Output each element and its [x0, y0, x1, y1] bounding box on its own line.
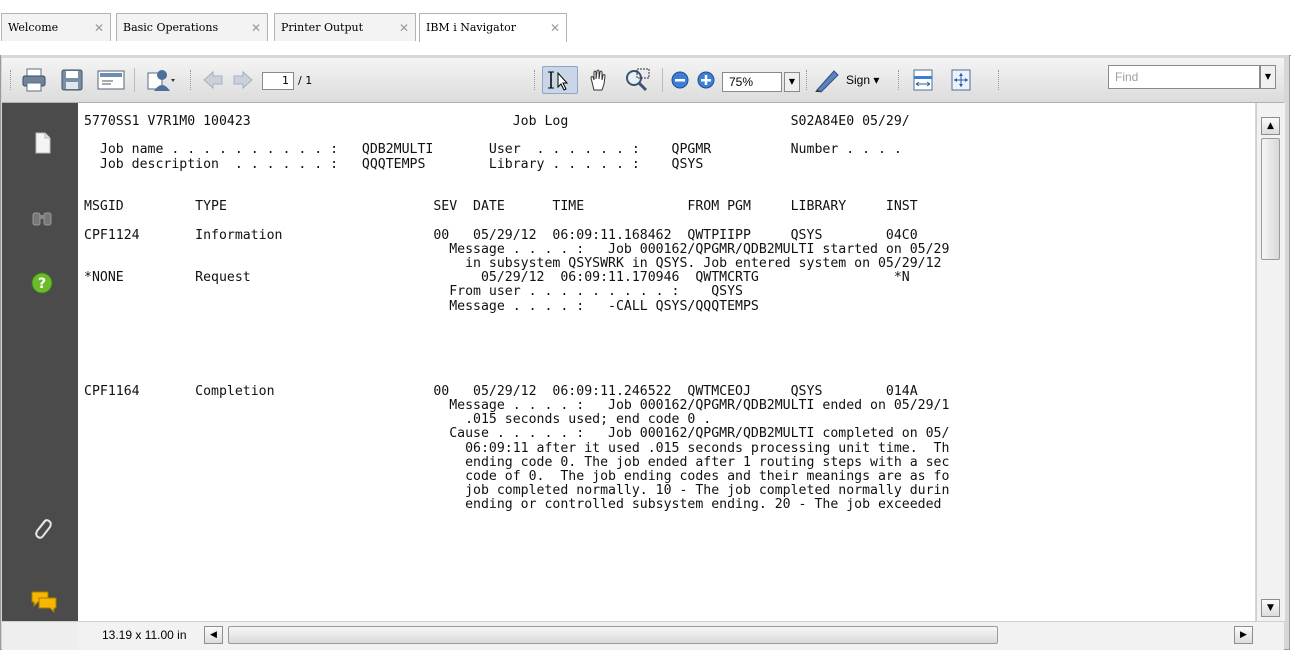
- job-log-line: code of 0. The job ending codes and thei…: [84, 469, 950, 484]
- job-log-line: Message . . . . : Job 000162/QPGMR/QDB2M…: [84, 398, 950, 413]
- fit-width-button[interactable]: [906, 66, 940, 94]
- tab-bar: Welcome ✕ Basic Operations ✕ Printer Out…: [0, 0, 1291, 56]
- tab-label: IBM i Navigator: [426, 21, 517, 34]
- zoom-out-button[interactable]: [668, 66, 692, 94]
- save-button[interactable]: [56, 66, 88, 94]
- close-tab-icon[interactable]: ✕: [550, 14, 560, 42]
- sign-label: Sign ▾: [846, 73, 880, 87]
- toolbar-grip[interactable]: [998, 70, 1002, 90]
- scroll-left-button[interactable]: ◀: [204, 626, 223, 644]
- toolbar-grip[interactable]: [190, 70, 194, 90]
- hand-tool-button[interactable]: [582, 66, 616, 94]
- toolbar-separator: [134, 68, 135, 92]
- search-button[interactable]: [30, 205, 54, 229]
- job-log-line: Cause . . . . . : Job 000162/QPGMR/QDB2M…: [84, 426, 950, 442]
- scroll-down-button[interactable]: ▼: [1261, 599, 1280, 617]
- close-tab-icon[interactable]: ✕: [251, 14, 261, 42]
- hand-tool-icon: [590, 69, 606, 91]
- job-log-line: MSGID TYPE SEV DATE TIME FROM PGM LIBRAR…: [84, 199, 918, 215]
- job-log-line: CPF1124 Information 00 05/29/12 06:09:11…: [84, 227, 918, 243]
- tab-label: Welcome: [8, 21, 59, 34]
- svg-text:?: ?: [38, 276, 46, 292]
- binoculars-icon: [32, 212, 52, 226]
- zoom-dropdown-button[interactable]: ▼: [784, 72, 800, 92]
- email-button[interactable]: [94, 66, 128, 94]
- close-tab-icon[interactable]: ✕: [94, 14, 104, 42]
- marquee-zoom-icon: [626, 68, 650, 92]
- tab-printer-output[interactable]: Printer Output ✕: [274, 13, 416, 41]
- sign-pen-icon: [815, 70, 839, 93]
- page-size-label: 13.19 x 11.00 in: [102, 628, 187, 642]
- job-log-line: .015 seconds used; end code 0 .: [84, 412, 712, 428]
- job-log-line: From user . . . . . . . . . : QSYS: [84, 284, 743, 300]
- horizontal-scroll-thumb[interactable]: [228, 626, 998, 644]
- job-log-line: *NONE Request 05/29/12 06:09:11.170946 Q…: [84, 270, 910, 286]
- zoom-in-button[interactable]: [694, 66, 718, 94]
- vertical-scrollbar[interactable]: ▲ ▼: [1256, 103, 1285, 621]
- job-log-line: in subsystem QSYSWRK in QSYS. Job entere…: [84, 256, 942, 271]
- marquee-zoom-button[interactable]: [620, 66, 656, 94]
- print-icon: [22, 68, 46, 92]
- fit-page-button[interactable]: [944, 66, 978, 94]
- job-log-line: job completed normally. 10 - The job com…: [84, 483, 950, 499]
- job-log-line: ending code 0. The job ended after 1 rou…: [84, 454, 950, 470]
- tab-welcome[interactable]: Welcome ✕: [1, 13, 111, 41]
- select-tool-button[interactable]: [542, 66, 578, 94]
- job-log-line: Job name . . . . . . . . . . : QDB2MULTI…: [84, 142, 902, 158]
- collaborate-button[interactable]: [140, 66, 182, 94]
- sign-button[interactable]: Sign ▾: [814, 66, 892, 94]
- job-log-line: CPF1164 Completion 00 05/29/12 06:09:11.…: [84, 383, 918, 399]
- help-icon: ?: [31, 272, 53, 294]
- toolbar-grip[interactable]: [806, 70, 810, 90]
- job-log-line: ending or controlled subsystem ending. 2…: [84, 497, 942, 513]
- toolbar-separator: [662, 68, 663, 92]
- toolbar-grip[interactable]: [898, 70, 902, 90]
- job-log-line: Job description . . . . . . : QQQTEMPS L…: [84, 156, 704, 172]
- document-page: 5770SS1 V7R1M0 100423 Job Log S02A84E0 0…: [78, 103, 1255, 621]
- print-button[interactable]: [18, 66, 50, 94]
- next-page-icon: [233, 70, 253, 90]
- page-number-input[interactable]: 1: [262, 72, 294, 90]
- fit-width-icon: [913, 69, 933, 91]
- tab-label: Basic Operations: [123, 21, 219, 34]
- fit-page-icon: [951, 69, 971, 91]
- comments-icon: [31, 591, 57, 614]
- attachment-icon: [35, 519, 52, 539]
- email-icon: [97, 70, 125, 90]
- help-button[interactable]: ?: [30, 271, 54, 295]
- comments-button[interactable]: [30, 589, 57, 614]
- save-icon: [61, 69, 83, 91]
- tab-ibm-i-navigator[interactable]: IBM i Navigator ✕: [419, 13, 567, 42]
- tab-basic-operations[interactable]: Basic Operations ✕: [116, 13, 268, 41]
- scroll-up-button[interactable]: ▲: [1261, 117, 1280, 135]
- tab-label: Printer Output: [281, 21, 364, 34]
- toolbar-grip[interactable]: [534, 70, 538, 90]
- zoom-level-input[interactable]: 75%: [722, 72, 782, 92]
- page-total-label: / 1: [298, 74, 313, 87]
- job-log-line: 5770SS1 V7R1M0 100423 Job Log S02A84E0 0…: [84, 114, 910, 129]
- zoom-out-icon: [671, 71, 689, 89]
- next-page-button[interactable]: [230, 66, 256, 94]
- user-icon: [147, 70, 175, 91]
- job-log-line: Message . . . . : Job 000162/QPGMR/QDB2M…: [84, 241, 950, 257]
- vertical-scroll-thumb[interactable]: [1261, 138, 1280, 260]
- job-log-line: Message . . . . : -CALL QSYS/QQQTEMPS: [84, 298, 759, 314]
- previous-page-button[interactable]: [200, 66, 226, 94]
- job-log-line: 06:09:11 after it used .015 seconds proc…: [84, 440, 950, 456]
- close-tab-icon[interactable]: ✕: [399, 14, 409, 42]
- status-bar: [2, 621, 78, 650]
- scroll-right-button[interactable]: ▶: [1234, 626, 1253, 644]
- pages-icon: [35, 132, 51, 154]
- find-dropdown-button[interactable]: ▼: [1260, 65, 1276, 89]
- zoom-in-icon: [697, 71, 715, 89]
- left-navigation-rail: ?: [2, 103, 78, 621]
- select-tool-icon: [548, 71, 569, 91]
- pages-button[interactable]: [30, 131, 54, 155]
- horizontal-scrollbar[interactable]: 13.19 x 11.00 in ◀ ▶: [78, 621, 1284, 650]
- toolbar-grip[interactable]: [10, 70, 14, 90]
- previous-page-icon: [203, 70, 223, 90]
- toolbar: 1 / 1 75% ▼ Sign ▾ Find ▼: [2, 58, 1284, 103]
- attachments-button[interactable]: [30, 515, 54, 539]
- find-input[interactable]: Find: [1108, 65, 1260, 89]
